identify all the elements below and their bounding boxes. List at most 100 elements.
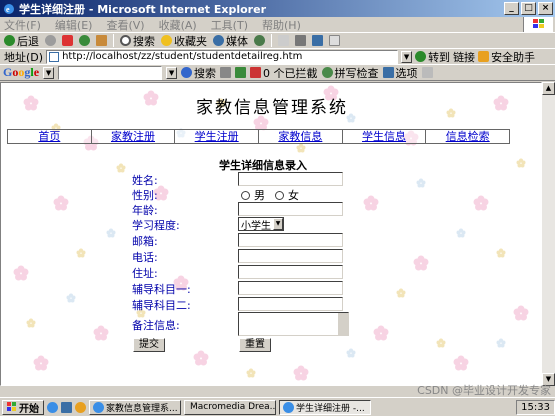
options-label: 选项 — [395, 66, 418, 80]
google-search-button[interactable]: 搜索 — [181, 65, 216, 81]
discuss-icon[interactable] — [329, 35, 340, 46]
watermark: CSDN @毕业设计开发专家 — [417, 384, 551, 397]
shield-icon — [478, 51, 490, 62]
nav-link-tutor-register[interactable]: 家教注册 — [111, 130, 155, 143]
age-input[interactable] — [238, 202, 343, 216]
search-label: 搜索 — [133, 34, 155, 48]
menu-help[interactable]: 帮助(H) — [262, 17, 301, 33]
nav-link-home[interactable]: 首页 — [38, 130, 60, 143]
spellcheck-button[interactable]: 拼写检查 — [321, 65, 379, 81]
mail-icon[interactable] — [278, 35, 289, 46]
svg-text:e: e — [6, 5, 10, 14]
media-icon — [213, 35, 224, 46]
ie-task-icon — [93, 401, 104, 413]
home-icon[interactable] — [96, 35, 107, 46]
close-button[interactable]: × — [538, 2, 553, 15]
subject1-label: 辅导科目一: — [132, 283, 191, 296]
options-button[interactable]: 选项 — [382, 65, 418, 81]
task-dreamweaver[interactable]: Macromedia Drea... — [184, 399, 276, 415]
google-g-icon — [181, 67, 193, 78]
media-label: 媒体 — [226, 34, 248, 48]
go-button[interactable]: 转到 — [415, 49, 450, 65]
phone-input[interactable] — [238, 249, 343, 263]
page-icon — [49, 51, 60, 62]
media-button[interactable]: 媒体 — [213, 33, 248, 49]
google-logo[interactable]: Google — [3, 65, 39, 80]
nav-link-tutor-info[interactable]: 家教信息 — [278, 130, 322, 143]
level-select-value: 小学生 — [241, 220, 271, 232]
google-search-input[interactable] — [58, 65, 163, 80]
ie-task-icon — [283, 401, 294, 413]
quicklaunch-desktop-icon[interactable] — [61, 401, 72, 413]
menu-file[interactable]: 文件(F) — [4, 17, 41, 33]
menu-edit[interactable]: 编辑(E) — [55, 17, 93, 33]
favorites-button[interactable]: 收藏夹 — [161, 33, 207, 49]
nav-link-student-info[interactable]: 学生信息 — [362, 130, 406, 143]
scroll-up-icon[interactable]: ▲ — [542, 82, 555, 95]
textarea-scrollbar[interactable] — [338, 313, 348, 335]
taskbar: 开始 家教信息管理系... Macromedia Drea... 学生详细注册 … — [0, 397, 555, 416]
task-student-register[interactable]: 学生详细注册 -... — [279, 399, 371, 415]
chevron-down-icon: ▼ — [273, 218, 283, 230]
clock: 15:33 — [521, 401, 550, 413]
quicklaunch-ie-icon[interactable] — [47, 401, 58, 413]
task-tutor-system[interactable]: 家教信息管理系... — [89, 399, 181, 415]
menu-favorites[interactable]: 收藏(A) — [159, 17, 197, 33]
nav-link-search[interactable]: 信息检索 — [446, 130, 490, 143]
windows-logo-icon — [7, 402, 16, 411]
reset-button[interactable]: 重置 — [239, 338, 271, 352]
options-icon — [382, 67, 394, 78]
maximize-button[interactable]: □ — [521, 2, 536, 15]
vertical-scrollbar[interactable]: ▲ ▼ — [542, 82, 555, 386]
search-button[interactable]: 搜索 — [120, 33, 155, 49]
google-menu-icon[interactable]: ▼ — [43, 66, 55, 79]
back-label: 后退 — [17, 34, 39, 48]
nav-link-student-register[interactable]: 学生注册 — [195, 130, 239, 143]
submit-button[interactable]: 提交 — [133, 338, 165, 352]
links-button[interactable]: 链接 — [453, 49, 475, 65]
pagerank-icon[interactable] — [235, 67, 247, 78]
back-button[interactable]: 后退 — [4, 33, 39, 49]
windows-flag-icon — [523, 17, 553, 32]
gender-female-radio[interactable] — [275, 190, 284, 200]
address-dropdown-icon[interactable]: ▼ — [401, 50, 413, 63]
menu-tools[interactable]: 工具(T) — [211, 17, 248, 33]
title-bar: e 学生详细注册 - Microsoft Internet Explorer _… — [0, 0, 555, 17]
popup-blocker-button[interactable]: 0 个已拦截 — [250, 65, 318, 81]
address-input[interactable]: http://localhost/zz/student/studentdetai… — [46, 49, 399, 64]
standard-toolbar: 后退 搜索 收藏夹 媒体 — [0, 32, 555, 48]
forward-arrow-icon[interactable] — [45, 35, 56, 46]
address-input[interactable] — [238, 265, 343, 279]
subject2-label: 辅导科目二: — [132, 299, 191, 312]
print-icon[interactable] — [295, 35, 306, 46]
quicklaunch-app-icon[interactable] — [75, 401, 86, 413]
start-button[interactable]: 开始 — [2, 399, 44, 415]
task-label: Macromedia Drea... — [190, 402, 276, 412]
remarks-textarea[interactable] — [238, 312, 349, 336]
gender-male-radio[interactable] — [241, 190, 250, 200]
menu-view[interactable]: 查看(V) — [106, 17, 144, 33]
gender-radio-group: 男 女 — [241, 187, 299, 203]
edit-icon[interactable] — [312, 35, 323, 46]
subject1-input[interactable] — [238, 281, 343, 295]
minimize-button[interactable]: _ — [504, 2, 519, 15]
task-label: 学生详细注册 -... — [296, 403, 365, 414]
google-search-label: 搜索 — [194, 66, 217, 80]
pencil-icon[interactable] — [421, 67, 433, 78]
spellcheck-icon — [321, 67, 333, 78]
go-label: 转到 — [428, 50, 451, 64]
subject2-input[interactable] — [238, 297, 343, 311]
level-label: 学习程度: — [132, 219, 180, 232]
refresh-icon[interactable] — [79, 35, 90, 46]
stop-icon[interactable] — [62, 35, 73, 46]
history-icon[interactable] — [254, 35, 265, 46]
security-helper-button[interactable]: 安全助手 — [478, 49, 535, 65]
level-select[interactable]: 小学生 ▼ — [238, 217, 284, 232]
news-icon[interactable] — [220, 67, 232, 78]
address-bar: 地址(D) http://localhost/zz/student/studen… — [0, 48, 555, 64]
name-input[interactable] — [238, 172, 343, 186]
email-input[interactable] — [238, 233, 343, 247]
page-title: 家教信息管理系统 — [196, 98, 348, 118]
google-search-dropdown-icon[interactable]: ▼ — [166, 66, 178, 79]
address-label: 地址(D) — [4, 50, 44, 64]
